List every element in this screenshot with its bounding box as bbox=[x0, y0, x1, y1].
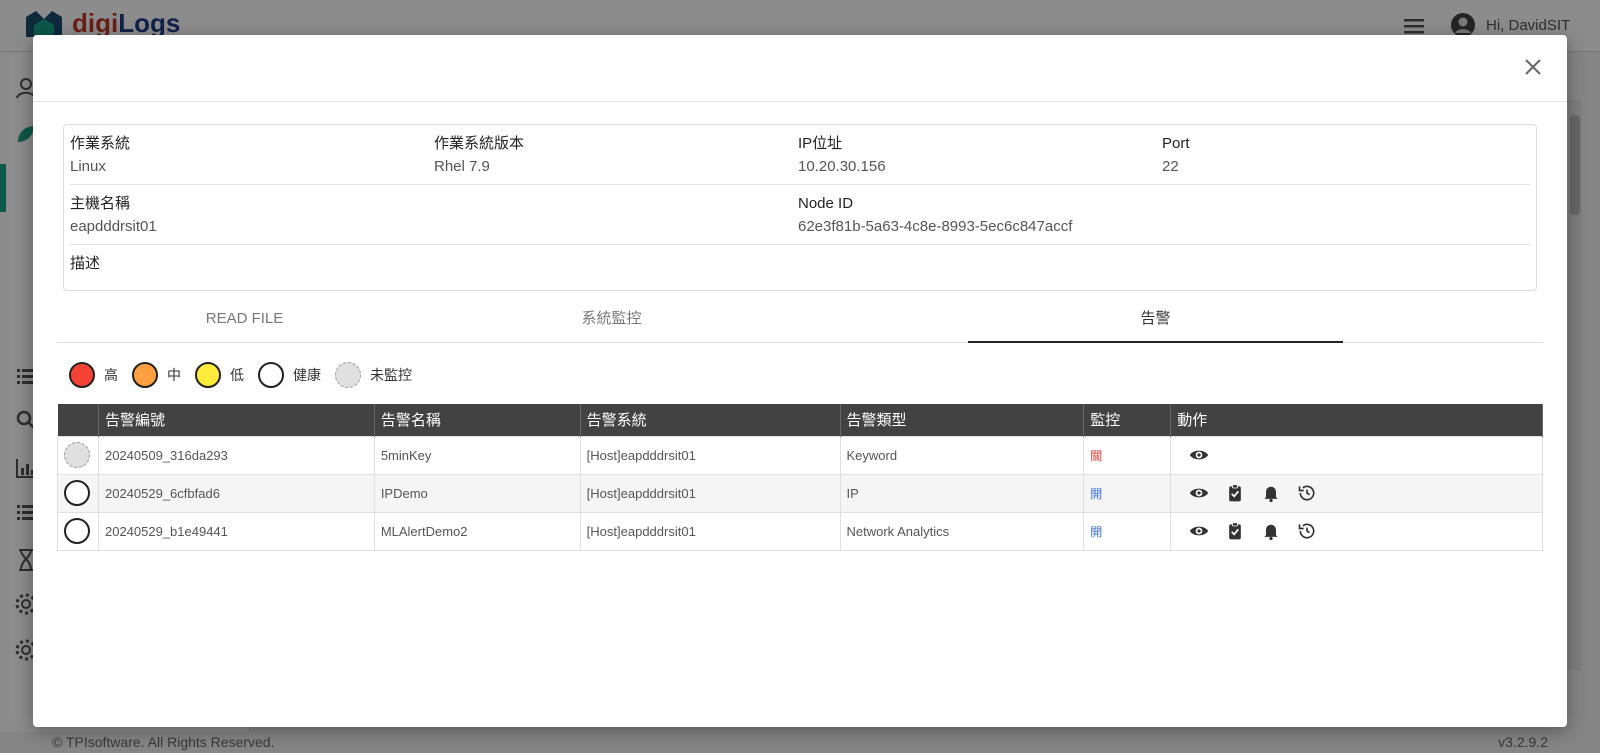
description-label: 描述 bbox=[70, 255, 101, 272]
description-field: 描述 bbox=[70, 254, 100, 276]
monitor-cell: 開 bbox=[1083, 473, 1172, 513]
alert-id-cell: 20240509_316da293 bbox=[97, 435, 375, 475]
table-header-row: 告警編號 告警名稱 告警系統 告警類型 監控 動作 bbox=[57, 404, 1543, 436]
legend-item-low: 低 bbox=[195, 362, 244, 388]
actions-cell bbox=[1170, 435, 1543, 475]
header-alert-name[interactable]: 告警名稱 bbox=[374, 404, 581, 436]
clipboard-icon[interactable] bbox=[1225, 483, 1245, 503]
status-dot-unmonitored bbox=[64, 442, 90, 468]
status-cell bbox=[57, 435, 99, 475]
legend-dot-low bbox=[195, 362, 221, 388]
os-field: 作業系統 Linux bbox=[70, 134, 130, 178]
hostname-value: eapdddrsit01 bbox=[70, 218, 157, 235]
ip-label: IP位址 bbox=[798, 135, 843, 152]
legend-label-high: 高 bbox=[104, 367, 118, 383]
header-actions: 動作 bbox=[1170, 404, 1543, 436]
table-row: 20240529_6cfbfad6 IPDemo [Host]eapdddrsi… bbox=[57, 473, 1543, 513]
close-icon[interactable] bbox=[1519, 53, 1547, 81]
alert-system-cell: [Host]eapdddrsit01 bbox=[579, 473, 841, 513]
header-alert-type[interactable]: 告警類型 bbox=[840, 404, 1085, 436]
alert-name-cell: 5minKey bbox=[373, 435, 581, 475]
alerts-table: 告警編號 告警名稱 告警系統 告警類型 監控 動作 20240509_316da… bbox=[57, 404, 1543, 551]
legend-item-unmonitored: 未監控 bbox=[335, 362, 412, 388]
detail-tabs: READ FILE 系統監控 告警 bbox=[57, 302, 1543, 343]
os-version-field: 作業系統版本 Rhel 7.9 bbox=[434, 134, 524, 178]
alert-system-cell: [Host]eapdddrsit01 bbox=[579, 435, 841, 475]
os-value: Linux bbox=[70, 158, 106, 175]
header-status bbox=[57, 404, 99, 436]
monitor-toggle[interactable]: 關 bbox=[1090, 449, 1102, 463]
header-monitor[interactable]: 監控 bbox=[1083, 404, 1172, 436]
host-info-panel: 作業系統 Linux 作業系統版本 Rhel 7.9 IP位址 10.20.30… bbox=[63, 124, 1537, 291]
bell-icon[interactable] bbox=[1261, 483, 1281, 503]
legend-dot-healthy bbox=[258, 362, 284, 388]
header-alert-system[interactable]: 告警系統 bbox=[580, 404, 841, 436]
info-row: 描述 bbox=[70, 245, 1530, 291]
port-label: Port bbox=[1162, 135, 1190, 152]
monitor-cell: 關 bbox=[1083, 435, 1172, 475]
view-icon[interactable] bbox=[1189, 445, 1209, 465]
port-field: Port 22 bbox=[1162, 134, 1190, 178]
legend-dot-high bbox=[69, 362, 95, 388]
history-icon[interactable] bbox=[1297, 521, 1317, 541]
os-version-value: Rhel 7.9 bbox=[434, 158, 490, 175]
legend-item-medium: 中 bbox=[132, 362, 181, 388]
history-icon[interactable] bbox=[1297, 483, 1317, 503]
node-id-label: Node ID bbox=[798, 195, 854, 212]
node-id-field: Node ID 62e3f81b-5a63-4c8e-8993-5ec6c847… bbox=[798, 194, 1072, 238]
header-alert-id[interactable]: 告警編號 bbox=[98, 404, 375, 436]
table-row: 20240509_316da293 5minKey [Host]eapdddrs… bbox=[57, 435, 1543, 475]
legend-label-unmonitored: 未監控 bbox=[370, 367, 412, 383]
legend-item-high: 高 bbox=[69, 362, 118, 388]
alert-name-cell: MLAlertDemo2 bbox=[373, 511, 581, 551]
legend-label-medium: 中 bbox=[167, 367, 181, 383]
os-version-label: 作業系統版本 bbox=[434, 135, 525, 152]
monitor-cell: 開 bbox=[1083, 511, 1172, 551]
view-icon[interactable] bbox=[1189, 521, 1209, 541]
alert-type-cell: IP bbox=[839, 473, 1085, 513]
alert-system-cell: [Host]eapdddrsit01 bbox=[579, 511, 841, 551]
node-id-value: 62e3f81b-5a63-4c8e-8993-5ec6c847accf bbox=[798, 218, 1073, 235]
legend-dot-unmonitored bbox=[335, 362, 361, 388]
port-value: 22 bbox=[1162, 158, 1179, 175]
legend-dot-medium bbox=[132, 362, 158, 388]
status-dot-healthy bbox=[64, 480, 90, 506]
status-cell bbox=[57, 473, 99, 513]
alert-type-cell: Keyword bbox=[839, 435, 1085, 475]
actions-cell bbox=[1170, 511, 1543, 551]
severity-legend: 高 中 低 健康 未監控 bbox=[69, 362, 426, 388]
view-icon[interactable] bbox=[1189, 483, 1209, 503]
modal-header bbox=[33, 35, 1567, 102]
monitor-toggle[interactable]: 開 bbox=[1090, 525, 1102, 539]
alert-id-cell: 20240529_b1e49441 bbox=[97, 511, 375, 551]
info-row: 主機名稱 eapdddrsit01 Node ID 62e3f81b-5a63-… bbox=[70, 185, 1530, 245]
hostname-label: 主機名稱 bbox=[70, 195, 131, 212]
monitor-toggle[interactable]: 開 bbox=[1090, 487, 1102, 501]
ip-field: IP位址 10.20.30.156 bbox=[798, 134, 886, 178]
status-dot-healthy bbox=[64, 518, 90, 544]
legend-item-healthy: 健康 bbox=[258, 362, 321, 388]
alert-name-cell: IPDemo bbox=[373, 473, 581, 513]
host-detail-modal: 作業系統 Linux 作業系統版本 Rhel 7.9 IP位址 10.20.30… bbox=[33, 35, 1567, 727]
ip-value: 10.20.30.156 bbox=[798, 158, 886, 175]
alert-id-cell: 20240529_6cfbfad6 bbox=[97, 473, 375, 513]
os-label: 作業系統 bbox=[70, 135, 131, 152]
alert-type-cell: Network Analytics bbox=[839, 511, 1085, 551]
table-row: 20240529_b1e49441 MLAlertDemo2 [Host]eap… bbox=[57, 511, 1543, 551]
status-cell bbox=[57, 511, 99, 551]
tab-read-file[interactable]: READ FILE bbox=[57, 302, 432, 343]
bell-icon[interactable] bbox=[1261, 521, 1281, 541]
legend-label-healthy: 健康 bbox=[293, 367, 321, 383]
hostname-field: 主機名稱 eapdddrsit01 bbox=[70, 194, 157, 238]
clipboard-icon[interactable] bbox=[1225, 521, 1245, 541]
actions-cell bbox=[1170, 473, 1543, 513]
tab-system-monitor[interactable]: 系統監控 bbox=[424, 302, 799, 343]
tab-alerts[interactable]: 告警 bbox=[968, 302, 1343, 343]
info-row: 作業系統 Linux 作業系統版本 Rhel 7.9 IP位址 10.20.30… bbox=[70, 125, 1530, 185]
legend-label-low: 低 bbox=[230, 367, 244, 383]
